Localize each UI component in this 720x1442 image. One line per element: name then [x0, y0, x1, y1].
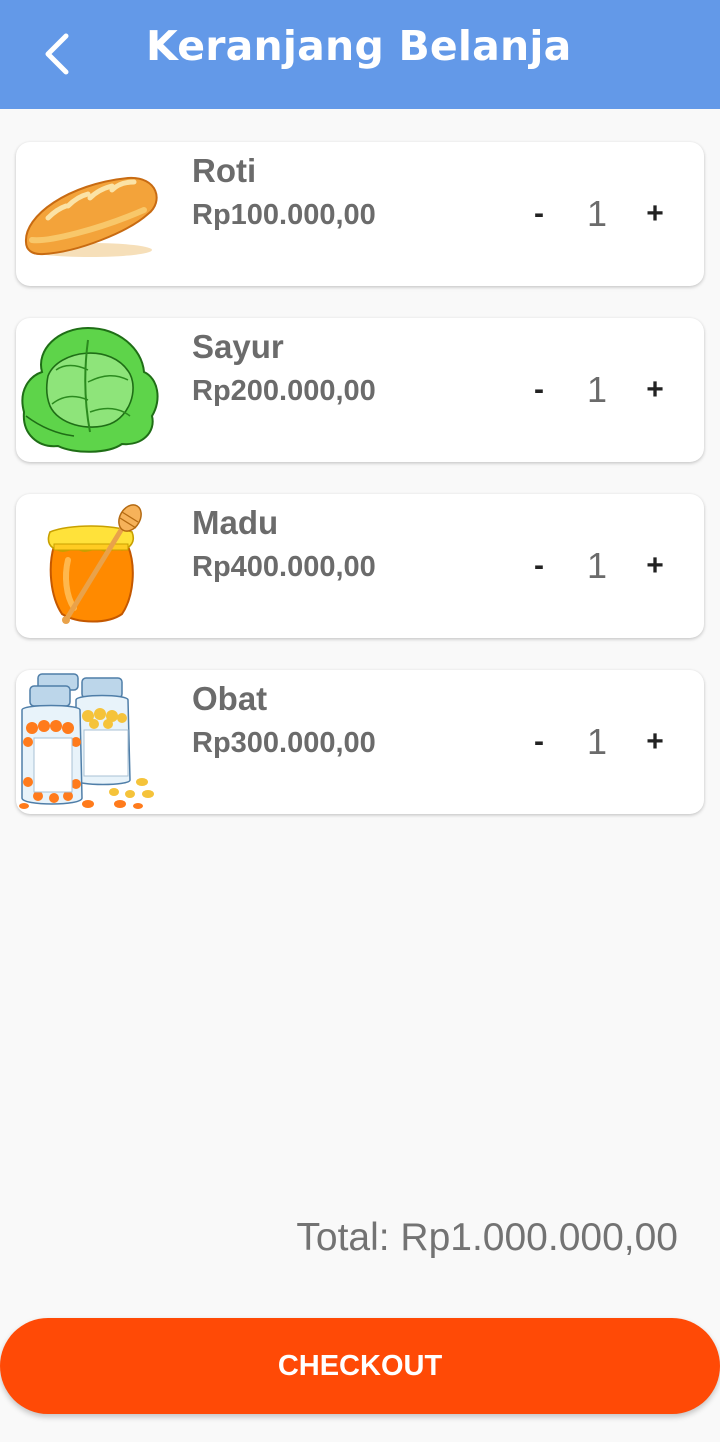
bread-icon	[24, 176, 158, 257]
cabbage-icon	[21, 326, 159, 453]
cart-item-madu: Madu Rp400.000,00 - 1 +	[16, 494, 704, 638]
checkout-label: CHECKOUT	[277, 1349, 443, 1382]
item-quantity: 1	[586, 721, 608, 762]
item-quantity: 1	[586, 545, 608, 586]
cart-item-sayur: Sayur Rp200.000,00 - 1 +	[16, 318, 704, 462]
app-bar: Keranjang Belanja	[0, 0, 720, 109]
back-button[interactable]	[26, 20, 86, 86]
item-name: Sayur	[192, 328, 284, 365]
increase-button[interactable]: +	[640, 194, 670, 234]
item-price: Rp300.000,00	[192, 727, 376, 759]
total-amount: Total: Rp1.000.000,00	[296, 1216, 678, 1259]
honey-jar-icon	[47, 504, 142, 624]
item-price: Rp100.000,00	[192, 199, 376, 231]
cart-item-roti: Roti Rp100.000,00 - 1 +	[16, 142, 704, 286]
decrease-button[interactable]: -	[526, 194, 552, 234]
decrease-button[interactable]: -	[526, 722, 552, 762]
item-quantity: 1	[586, 193, 608, 234]
decrease-button[interactable]: -	[526, 546, 552, 586]
decrease-button[interactable]: -	[526, 370, 552, 410]
page-title: Keranjang Belanja	[146, 22, 572, 70]
medicine-bottles-icon	[19, 673, 154, 809]
item-name: Roti	[192, 152, 257, 189]
increase-button[interactable]: +	[640, 722, 670, 762]
checkout-button[interactable]: CHECKOUT	[0, 1318, 720, 1414]
increase-button[interactable]: +	[640, 370, 670, 410]
item-name: Obat	[192, 680, 268, 717]
item-name: Madu	[192, 504, 279, 541]
increase-button[interactable]: +	[640, 546, 670, 586]
cart-item-obat: Obat Rp300.000,00 - 1 +	[16, 670, 704, 814]
item-price: Rp200.000,00	[192, 375, 376, 407]
item-quantity: 1	[586, 369, 608, 410]
chevron-left-icon	[45, 33, 69, 75]
item-price: Rp400.000,00	[192, 551, 376, 583]
